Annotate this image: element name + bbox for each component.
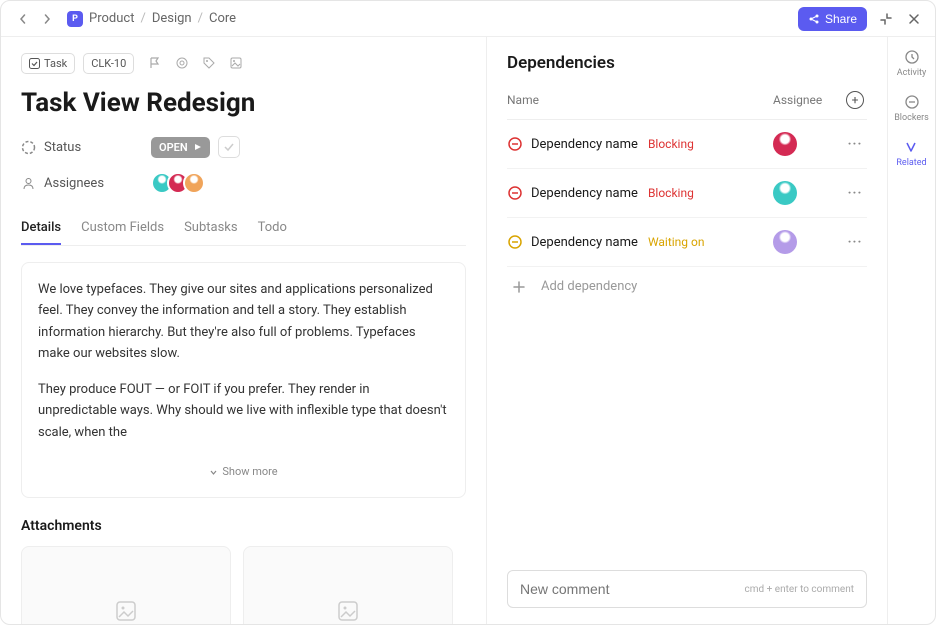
task-title[interactable]: Task View Redesign: [21, 88, 466, 118]
image-placeholder-icon: [115, 600, 137, 622]
status-label: Status: [21, 140, 151, 155]
avatar[interactable]: [773, 230, 797, 254]
rail-related[interactable]: Related: [896, 139, 926, 168]
comment-box[interactable]: cmd + enter to comment: [507, 570, 867, 608]
share-icon: [808, 13, 820, 25]
task-check-icon: [29, 58, 40, 69]
person-icon: [21, 176, 36, 191]
dependency-name: Dependency name: [531, 235, 638, 250]
more-icon[interactable]: ···: [843, 186, 867, 201]
dependencies-title: Dependencies: [507, 53, 867, 73]
dep-col-assignee: Assignee: [773, 93, 843, 107]
more-icon[interactable]: ···: [843, 235, 867, 250]
tab-todo[interactable]: Todo: [258, 212, 287, 245]
task-detail-pane: Task CLK-10 Task View Redesign Status OP…: [1, 37, 486, 624]
nav-back-button[interactable]: [13, 9, 33, 29]
tab-details[interactable]: Details: [21, 212, 61, 245]
blockers-icon: [904, 94, 920, 110]
target-icon[interactable]: [175, 56, 190, 71]
dep-col-name: Name: [507, 93, 773, 107]
flag-icon[interactable]: [148, 56, 163, 71]
task-id-chip[interactable]: CLK-10: [83, 53, 134, 74]
nav-forward-button[interactable]: [37, 9, 57, 29]
task-tabs: Details Custom Fields Subtasks Todo: [21, 212, 466, 246]
comment-hint: cmd + enter to comment: [745, 584, 854, 595]
dependency-status: Blocking: [648, 137, 694, 151]
blocker-icon: [507, 234, 531, 250]
description-para: We love typefaces. They give our sites a…: [38, 279, 449, 365]
assignee-avatars[interactable]: [151, 172, 205, 194]
image-icon[interactable]: [229, 56, 244, 71]
plus-icon: [513, 281, 525, 293]
dependency-row[interactable]: Dependency name Blocking ···: [507, 169, 867, 218]
activity-icon: [904, 49, 920, 65]
assignees-label: Assignees: [21, 176, 151, 191]
breadcrumb-design[interactable]: Design: [152, 11, 192, 26]
avatar[interactable]: [773, 181, 797, 205]
collapse-icon[interactable]: [877, 10, 895, 28]
attachment-placeholder[interactable]: [243, 546, 453, 624]
attachment-placeholder[interactable]: [21, 546, 231, 624]
blocker-icon: [507, 185, 531, 201]
add-dependency-row[interactable]: Add dependency: [507, 267, 867, 306]
description-para: They produce FOUT — or FOIT if you prefe…: [38, 379, 449, 443]
status-icon: [21, 140, 36, 155]
close-icon[interactable]: [905, 10, 923, 28]
breadcrumb-core[interactable]: Core: [209, 11, 236, 26]
dependency-status: Waiting on: [648, 235, 705, 249]
rail-blockers[interactable]: Blockers: [894, 94, 929, 123]
dependency-status: Blocking: [648, 186, 694, 200]
rail-activity[interactable]: Activity: [897, 49, 926, 78]
right-rail: Activity Blockers Related: [887, 37, 935, 624]
more-icon[interactable]: ···: [843, 137, 867, 152]
dependency-name: Dependency name: [531, 186, 638, 201]
dependency-row[interactable]: Dependency name Blocking ···: [507, 120, 867, 169]
dependency-row[interactable]: Dependency name Waiting on ···: [507, 218, 867, 267]
workspace-icon[interactable]: P: [67, 11, 83, 27]
share-button[interactable]: Share: [798, 7, 867, 31]
avatar[interactable]: [773, 132, 797, 156]
dependency-name: Dependency name: [531, 137, 638, 152]
description-box[interactable]: We love typefaces. They give our sites a…: [21, 262, 466, 498]
status-complete-checkbox[interactable]: [218, 136, 240, 158]
tab-custom-fields[interactable]: Custom Fields: [81, 212, 164, 245]
avatar[interactable]: [183, 172, 205, 194]
task-type-chip[interactable]: Task: [21, 53, 75, 74]
status-pill[interactable]: OPEN: [151, 137, 210, 158]
breadcrumb-product[interactable]: Product: [89, 11, 134, 26]
related-icon: [903, 139, 919, 155]
tab-subtasks[interactable]: Subtasks: [184, 212, 238, 245]
dependencies-pane: Dependencies Name Assignee + Dependency …: [486, 37, 887, 624]
add-dependency-button[interactable]: +: [846, 91, 864, 109]
attachments-title: Attachments: [21, 518, 466, 534]
breadcrumb: P Product / Design / Core: [67, 11, 236, 27]
play-icon: [194, 143, 202, 151]
blocker-icon: [507, 136, 531, 152]
tag-icon[interactable]: [202, 56, 217, 71]
topbar: P Product / Design / Core Share: [1, 1, 935, 37]
chevron-down-icon: [209, 468, 218, 477]
comment-input[interactable]: [520, 581, 745, 597]
image-placeholder-icon: [337, 600, 359, 622]
